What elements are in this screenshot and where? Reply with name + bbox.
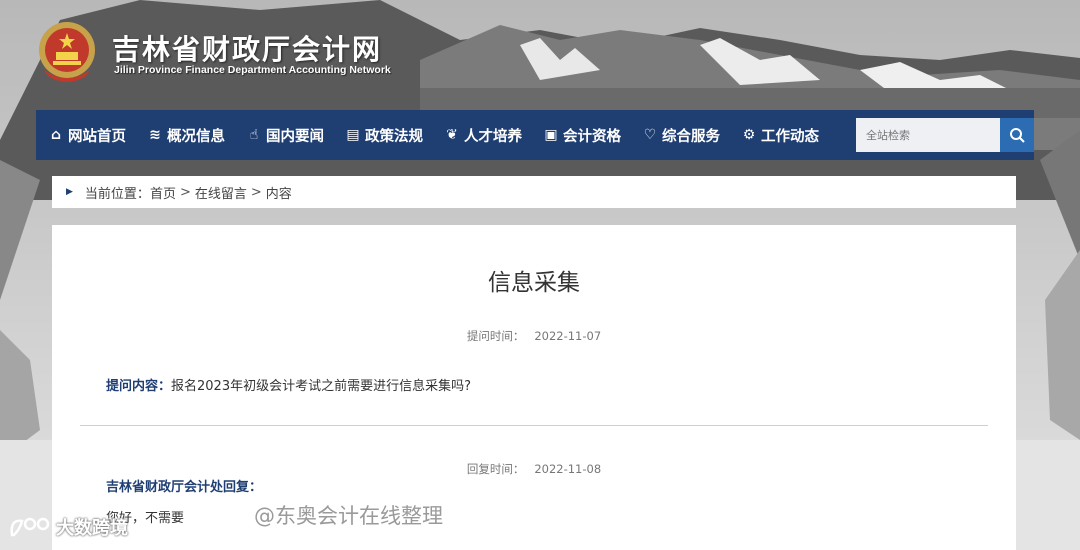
nav-item-domestic-news[interactable]: ☝ 国内要闻: [234, 110, 333, 160]
gear-icon: ⚙: [742, 127, 756, 143]
nav-item-label: 国内要闻: [266, 128, 324, 145]
nav-item-overview[interactable]: ≋ 概况信息: [135, 110, 234, 160]
nav-item-label: 人才培养: [464, 128, 522, 145]
nav-item-label: 网站首页: [68, 128, 126, 145]
breadcrumb-separator: >: [179, 184, 191, 200]
breadcrumb-separator: >: [250, 184, 262, 200]
watermark-logo-icon: [10, 517, 50, 537]
page-title: 信息采集: [488, 270, 580, 296]
document-icon: ▤: [346, 127, 360, 143]
home-icon: ⌂: [50, 127, 62, 143]
breadcrumb-prefix: 当前位置：: [84, 186, 150, 202]
nav-item-talent[interactable]: ❦ 人才培养: [432, 110, 531, 160]
breadcrumb-online-message[interactable]: 在线留言: [195, 183, 247, 202]
question-time-value: 2022-11-07: [534, 329, 602, 343]
nav-item-label: 会计资格: [563, 128, 621, 145]
nav-item-qualification[interactable]: ▣ 会计资格: [531, 110, 630, 160]
site-title[interactable]: 吉林省财政厅会计网: [112, 28, 382, 68]
breadcrumb: ▶ 当前位置： 首页 > 在线留言 > 内容: [52, 176, 1016, 208]
hand-icon: ☝: [249, 127, 259, 143]
nav-item-label: 概况信息: [167, 128, 225, 145]
breadcrumb-current: 内容: [265, 186, 292, 202]
site-search: [856, 118, 1034, 152]
reply-time: 回复时间： 2022-11-08: [52, 461, 1016, 477]
certificate-icon: ▣: [544, 127, 558, 143]
question-row: 提问内容：报名2023年初级会计考试之前需要进行信息采集吗?: [106, 375, 471, 394]
nav-item-label: 综合服务: [662, 128, 720, 145]
nav-item-label: 工作动态: [761, 128, 819, 145]
watermark-center: @东奥会计在线整理: [254, 504, 443, 528]
question-text: 报名2023年初级会计考试之前需要进行信息采集吗?: [171, 379, 471, 394]
search-icon: [1010, 128, 1025, 143]
nav-item-work-updates[interactable]: ⚙ 工作动态: [729, 110, 828, 160]
question-time: 提问时间： 2022-11-07: [52, 328, 1016, 344]
main-navigation: ⌂ 网站首页 ≋ 概况信息 ☝ 国内要闻 ▤ 政策法规 ❦ 人才培养 ▣ 会计资…: [36, 110, 1034, 160]
search-button[interactable]: [1000, 118, 1034, 152]
nav-item-label: 政策法规: [365, 128, 423, 145]
site-subtitle: Jilin Province Finance Department Accoun…: [114, 64, 391, 76]
nav-item-services[interactable]: ♡ 综合服务: [630, 110, 729, 160]
divider: [80, 425, 988, 426]
national-emblem-logo[interactable]: [36, 20, 98, 86]
breadcrumb-home[interactable]: 首页: [150, 183, 176, 202]
layers-icon: ≋: [149, 127, 161, 143]
reply-time-value: 2022-11-08: [534, 462, 602, 476]
triangle-right-icon: ▶: [66, 187, 73, 197]
reply-label: 吉林省财政厅会计处回复：: [106, 480, 263, 495]
leaf-icon: ❦: [446, 127, 458, 143]
watermark-left: 大数跨境: [8, 514, 128, 540]
content-card: 信息采集 提问时间： 2022-11-07 提问内容：报名2023年初级会计考试之…: [52, 225, 1016, 550]
nav-item-home[interactable]: ⌂ 网站首页: [36, 110, 135, 160]
question-label: 提问内容：: [106, 379, 172, 394]
nav-item-policies[interactable]: ▤ 政策法规: [333, 110, 432, 160]
site-header: 吉林省财政厅会计网 Jilin Province Finance Departm…: [0, 0, 1080, 108]
search-input[interactable]: [856, 118, 1000, 152]
heart-icon: ♡: [643, 127, 657, 143]
question-time-label: 提问时间：: [466, 329, 525, 343]
watermark-left-text: 大数跨境: [56, 518, 128, 539]
reply-time-label: 回复时间：: [466, 462, 525, 476]
